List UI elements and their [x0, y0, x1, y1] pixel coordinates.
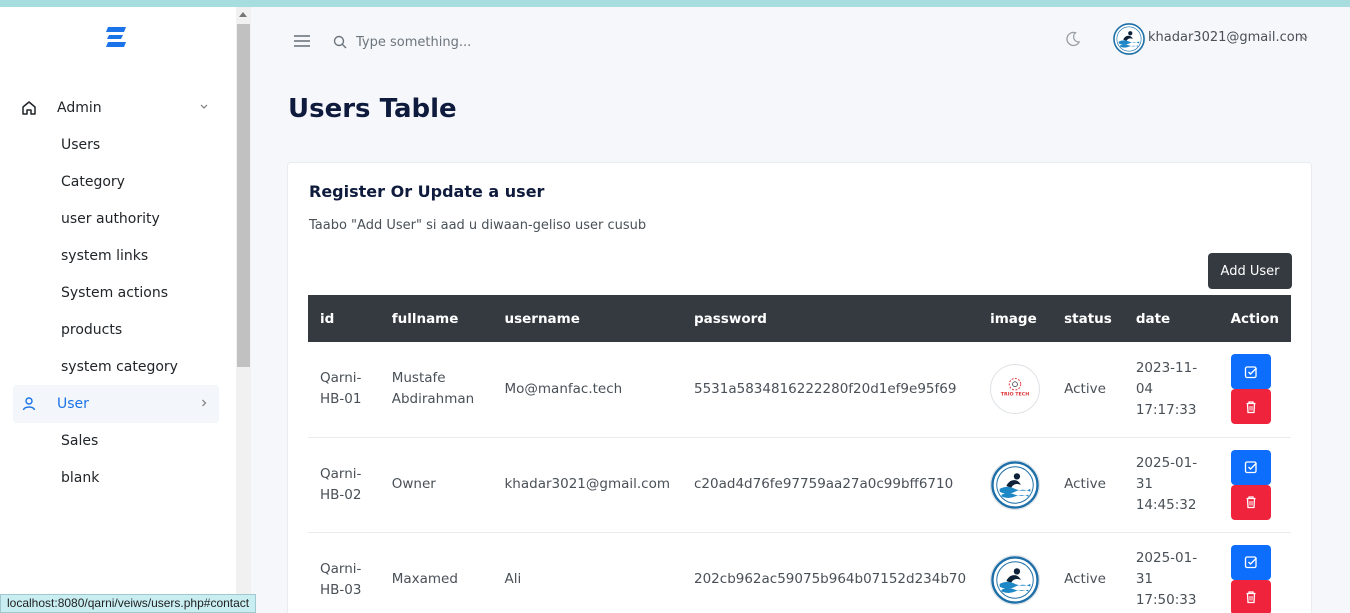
chevron-down-icon — [200, 104, 208, 109]
column-header-action: Action — [1230, 310, 1279, 327]
swimmer-logo-icon — [990, 459, 1041, 510]
browser-status-bar: localhost:8080/qarni/veiws/users.php#con… — [0, 594, 257, 613]
chevron-right-icon — [202, 399, 207, 407]
sidebar-item-category[interactable]: Category — [61, 172, 125, 192]
moon-icon[interactable] — [1065, 31, 1081, 47]
cell-id: Qarni-HB-01 — [320, 370, 362, 408]
sidebar-group-user[interactable]: User — [13, 385, 219, 423]
sidebar-item-sales[interactable]: Sales — [61, 431, 98, 451]
edit-icon — [1244, 366, 1257, 378]
cell-image — [978, 532, 1052, 613]
trash-icon — [1246, 401, 1256, 413]
swimmer-logo-icon — [990, 554, 1041, 605]
edit-icon — [1244, 556, 1257, 569]
scroll-up-arrow-icon[interactable] — [239, 12, 247, 17]
card-subtitle: Taabo "Add User" si aad u diwaan-geliso … — [309, 218, 647, 233]
cell-status: Active — [1064, 476, 1106, 492]
edit-button[interactable] — [1230, 449, 1271, 485]
scrollbar-thumb[interactable] — [237, 24, 250, 367]
sidebar-item-products[interactable]: products — [61, 320, 122, 340]
cell-password: 5531a5834816222280f20d1ef9e95f69 — [694, 380, 957, 397]
edit-icon — [1244, 461, 1257, 474]
sidebar-item-system-category[interactable]: system category — [61, 357, 178, 377]
cell-username: Ali — [504, 571, 522, 587]
cell-date: 2023-11-04 17:17:33 — [1135, 359, 1198, 418]
column-header-date: date — [1135, 310, 1171, 327]
table-row: Qarni-HB-02 Owner khadar3021@gmail.com c… — [308, 437, 1291, 532]
card-title: Register Or Update a user — [309, 182, 545, 201]
sidebar-item-user-authority[interactable]: user authority — [61, 209, 160, 229]
cell-status: Active — [1064, 380, 1106, 397]
cell-password: 202cb962ac59075b964b07152d234b70 — [694, 571, 967, 587]
sidebar-group-admin[interactable]: Admin — [13, 89, 219, 127]
column-header-image: image — [990, 310, 1037, 327]
column-header-status: status — [1064, 310, 1112, 327]
delete-button[interactable] — [1230, 484, 1271, 520]
cell-username: Mo@manfac.tech — [504, 380, 623, 397]
trio-tech-logo-icon: TRIO TECH — [990, 364, 1041, 415]
sidebar-item-blank[interactable]: blank — [61, 468, 99, 488]
column-header-fullname: fullname — [391, 310, 459, 327]
trash-icon — [1246, 496, 1256, 509]
cell-fullname: Owner — [391, 476, 436, 492]
user-email[interactable]: khadar3021@gmail.com — [1148, 30, 1307, 45]
cell-fullname: Mustafe Abdirahman — [391, 370, 475, 408]
user-icon — [22, 397, 36, 411]
cell-date: 2025-01-31 17:50:33 — [1135, 550, 1198, 608]
cell-id: Qarni-HB-02 — [320, 465, 362, 503]
cell-image: TRIO TECH — [978, 342, 1052, 437]
browser-top-strip — [0, 0, 1350, 7]
avatar[interactable] — [1113, 23, 1145, 55]
edit-button[interactable] — [1230, 544, 1271, 580]
trash-icon — [1246, 591, 1256, 604]
add-user-button[interactable]: Add User — [1208, 253, 1292, 289]
sidebar: Admin Users Category user authority syst… — [0, 7, 236, 613]
cell-id: Qarni-HB-03 — [320, 560, 362, 598]
sidebar-scrollbar[interactable] — [236, 7, 251, 613]
cell-fullname: Maxamed — [391, 571, 458, 587]
sidebar-group-label: Admin — [57, 100, 102, 116]
home-icon — [22, 101, 36, 115]
cell-image — [978, 437, 1052, 532]
table-row: Qarni-HB-01 Mustafe Abdirahman Mo@manfac… — [308, 342, 1291, 437]
trio-tech-logo-text: TRIO TECH — [1001, 392, 1030, 398]
cell-action — [1219, 342, 1291, 437]
delete-button[interactable] — [1230, 389, 1271, 425]
delete-button[interactable] — [1230, 579, 1271, 613]
page-title: Users Table — [288, 94, 457, 124]
edit-button[interactable] — [1230, 354, 1271, 390]
hamburger-menu-icon[interactable] — [294, 34, 310, 48]
cell-action — [1219, 437, 1291, 532]
app-logo-icon[interactable] — [104, 25, 128, 49]
sidebar-item-system-links[interactable]: system links — [61, 246, 148, 266]
column-header-username: username — [504, 310, 580, 327]
table-row: Qarni-HB-03 Maxamed Ali 202cb962ac59075b… — [308, 532, 1291, 613]
column-header-password: password — [694, 310, 767, 327]
table-header-row: id fullname username password image stat… — [308, 295, 1291, 342]
sidebar-group-label: User — [57, 396, 89, 412]
cell-username: khadar3021@gmail.com — [504, 476, 670, 492]
search-icon — [333, 35, 347, 49]
sidebar-item-system-actions[interactable]: System actions — [61, 283, 168, 303]
column-header-id: id — [320, 310, 335, 327]
users-table: id fullname username password image stat… — [308, 295, 1291, 613]
cell-status: Active — [1064, 571, 1106, 587]
users-card: Register Or Update a user Taabo "Add Use… — [287, 162, 1312, 613]
cell-password: c20ad4d76fe97759aa27a0c99bff6710 — [694, 476, 954, 492]
cell-date: 2025-01-31 14:45:32 — [1135, 455, 1198, 513]
chevron-down-icon[interactable] — [1300, 34, 1309, 43]
search-input[interactable] — [356, 31, 656, 53]
sidebar-item-users[interactable]: Users — [61, 135, 100, 155]
cell-action — [1219, 532, 1291, 613]
